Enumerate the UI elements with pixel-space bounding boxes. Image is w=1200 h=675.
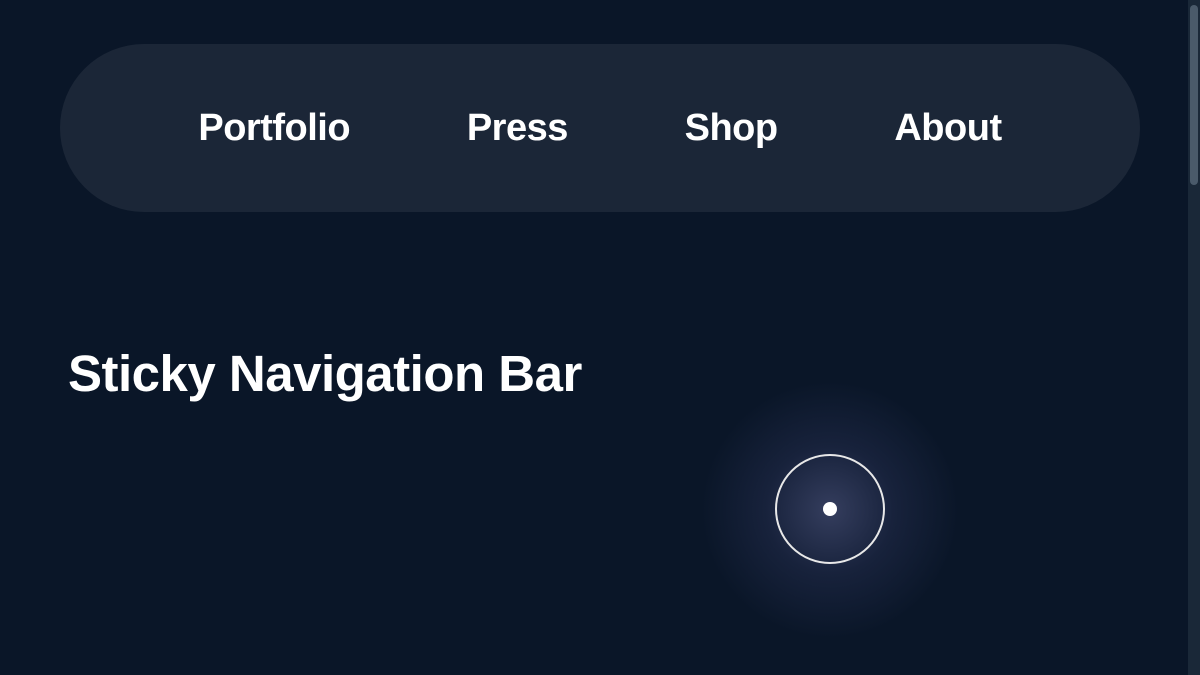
main-nav: Portfolio Press Shop About [60,44,1140,212]
page-title: Sticky Navigation Bar [68,340,582,409]
cursor-dot-icon [823,502,837,516]
nav-item-shop[interactable]: Shop [685,107,778,150]
nav-item-portfolio[interactable]: Portfolio [198,107,350,150]
nav-item-press[interactable]: Press [467,107,568,150]
scrollbar[interactable] [1188,0,1200,675]
cursor-indicator[interactable] [775,454,885,564]
nav-item-about[interactable]: About [894,107,1001,150]
scrollbar-thumb[interactable] [1190,5,1198,185]
